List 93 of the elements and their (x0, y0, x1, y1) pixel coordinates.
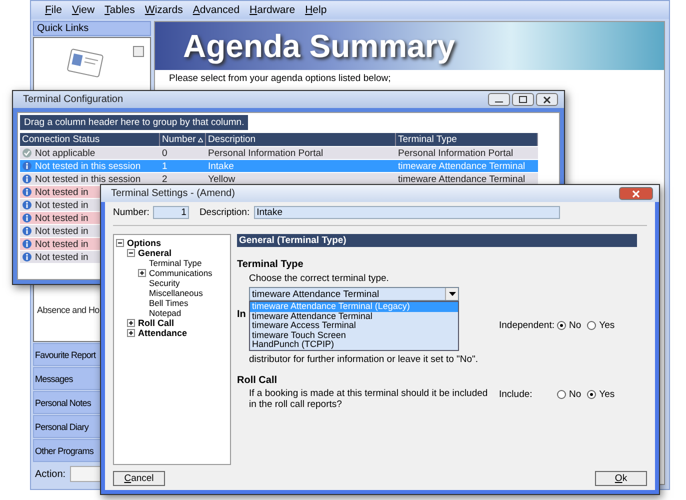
status-text: Not tested in (35, 238, 88, 250)
close-icon (632, 190, 640, 198)
tree-item[interactable]: Communications (149, 268, 212, 278)
window-title: Terminal Configuration (23, 94, 124, 105)
info-icon (22, 213, 32, 223)
table-cell: Personal Information Portal (396, 147, 538, 159)
group-by-hint: Drag a column header here to group by that column. (20, 115, 248, 130)
info-icon (22, 161, 32, 171)
dropdown-option[interactable]: HandPunch (TCPIP) (250, 340, 458, 350)
info-icon (22, 174, 32, 184)
radio-option[interactable]: Yes (587, 389, 615, 400)
dropdown-option[interactable]: timeware Attendance Terminal (250, 312, 458, 321)
section-heading: Terminal Type (237, 259, 304, 270)
tree-item[interactable]: Options (127, 238, 161, 248)
dropdown-option[interactable]: timeware Access Terminal (250, 321, 458, 330)
tree-item[interactable]: Roll Call (138, 318, 174, 328)
status-text: Not tested in (35, 226, 88, 236)
info-icon (22, 252, 32, 262)
dropdown-option[interactable]: timeware Touch Screen (250, 330, 458, 340)
radio-option[interactable]: No (557, 389, 582, 400)
menu-item[interactable]: Wizards (144, 4, 183, 16)
ok-button[interactable]: Ok (595, 471, 647, 486)
collapse-icon[interactable] (116, 239, 124, 247)
radio-option[interactable]: Yes (587, 320, 615, 331)
tree-item[interactable]: Bell Times (149, 298, 188, 308)
menu-item[interactable]: Advanced (192, 4, 240, 16)
action-label: Action: (35, 468, 66, 480)
note-text: distributor for further information or leave it set to "No". (249, 354, 480, 365)
expand-icon[interactable] (127, 319, 135, 327)
table-cell: Personal Information Portal (206, 147, 396, 159)
scroll-up-button[interactable] (133, 46, 144, 57)
section-header: General (Terminal Type) (237, 234, 637, 247)
option-label: Include: (499, 389, 534, 400)
prompt-text: Choose the correct terminal type. (248, 273, 390, 284)
banner-title: Agenda Summary (183, 28, 456, 64)
dropdown-arrow-icon (448, 292, 456, 296)
table-cell: Yellow (206, 173, 396, 185)
tree-item[interactable]: Attendance (138, 328, 188, 338)
status-text: Not tested in this session (35, 174, 141, 184)
tree-item[interactable]: General (138, 248, 172, 258)
maximize-button[interactable] (512, 93, 534, 106)
menu-item[interactable]: Hardware (250, 4, 296, 16)
section-heading: Roll Call (237, 375, 278, 386)
description-label: Description: (199, 207, 250, 218)
section-heading: In (237, 309, 246, 320)
tree-item[interactable]: Notepad (149, 308, 182, 318)
expand-icon[interactable] (138, 269, 146, 277)
tree-item[interactable]: Miscellaneous (149, 288, 203, 298)
table-cell: 1 (160, 160, 206, 172)
close-icon (543, 96, 551, 104)
menu-item[interactable]: Tables (104, 4, 135, 16)
cancel-button[interactable]: Cancel (113, 471, 165, 486)
status-text: Not applicable (35, 148, 96, 158)
table-cell: 0 (160, 147, 206, 159)
status-text: Not tested in (35, 252, 88, 262)
tree-item[interactable]: Terminal Type (149, 258, 202, 268)
close-button[interactable] (536, 93, 558, 106)
info-icon (22, 200, 32, 210)
close-button[interactable] (619, 187, 653, 200)
collapse-icon[interactable] (127, 249, 135, 257)
terminal-type-dropdown[interactable]: timeware Attendance Terminal (249, 287, 459, 301)
table-cell: timeware Attendance Terminal (396, 160, 538, 172)
radio-option[interactable]: No (557, 320, 582, 331)
maximize-icon (519, 96, 527, 103)
window-title: Terminal Settings - (Amend) (111, 188, 236, 199)
tree-item[interactable]: Security (149, 278, 180, 288)
note-text: If a booking is made at this terminal should it be included in the roll call reports? (249, 388, 489, 410)
intro-text: Please select from your agenda options listed below; (168, 72, 392, 84)
status-text: Not tested in this session (35, 160, 141, 172)
menu-item[interactable]: Help (305, 4, 327, 16)
check-icon (22, 148, 32, 158)
menu-item[interactable]: View (72, 4, 95, 16)
status-text: Not tested in (35, 200, 88, 210)
option-label: Independent: (499, 320, 556, 331)
table-cell: timeware Attendance Terminal (396, 173, 538, 185)
status-text: Not tested in (35, 212, 88, 224)
info-icon (22, 239, 32, 249)
number-label: Number: (113, 207, 150, 218)
column-header[interactable]: Number (160, 133, 206, 146)
column-header[interactable]: Description (206, 133, 396, 146)
minimize-button[interactable] (488, 93, 510, 106)
info-icon (22, 187, 32, 197)
expand-icon[interactable] (127, 329, 135, 337)
table-cell: Intake (206, 160, 396, 172)
info-icon (22, 226, 32, 236)
column-header[interactable]: Terminal Type (396, 133, 538, 146)
column-header[interactable]: Connection Status (20, 133, 160, 146)
menu-item[interactable]: File (45, 4, 62, 16)
status-text: Not tested in (35, 186, 88, 198)
number-field[interactable]: 1 (153, 206, 190, 219)
description-field[interactable]: Intake (254, 206, 560, 219)
table-cell: 2 (160, 173, 206, 185)
panel-header: Quick Links (33, 21, 151, 36)
